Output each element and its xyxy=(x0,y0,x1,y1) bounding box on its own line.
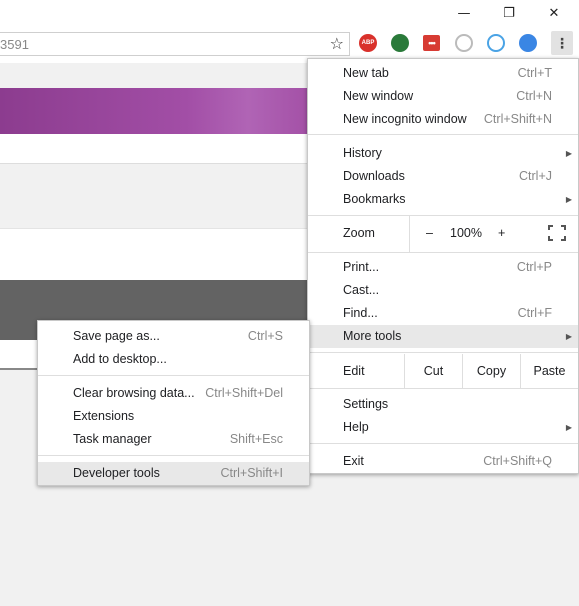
submenu-item-add-desktop[interactable]: Add to desktop... xyxy=(38,348,309,371)
sync-extension-icon[interactable] xyxy=(487,34,505,52)
menu-item-new-incognito[interactable]: New incognito window Ctrl+Shift+N xyxy=(308,108,578,131)
copy-button[interactable]: Copy xyxy=(462,354,520,388)
menu-item-history[interactable]: History ▶ xyxy=(308,142,578,165)
menu-item-new-window[interactable]: New window Ctrl+N xyxy=(308,85,578,108)
address-bar[interactable]: 3591 ☆ xyxy=(0,32,350,56)
submenu-arrow-icon: ▶ xyxy=(565,149,572,158)
content-bottom-strip xyxy=(0,340,40,370)
fullscreen-icon[interactable] xyxy=(548,225,566,241)
maximize-button[interactable]: ❐ xyxy=(486,0,532,27)
menu-item-new-tab[interactable]: New tab Ctrl+T xyxy=(308,62,578,85)
menu-item-find[interactable]: Find... Ctrl+F xyxy=(308,302,578,325)
menu-separator xyxy=(38,375,309,376)
menu-item-help[interactable]: Help ▶ xyxy=(308,416,578,439)
menu-separator xyxy=(308,134,578,135)
submenu-arrow-icon: ▶ xyxy=(565,332,572,341)
submenu-item-task-manager[interactable]: Task manager Shift+Esc xyxy=(38,428,309,451)
cut-button[interactable]: Cut xyxy=(404,354,462,388)
adblock-plus-icon[interactable]: ABP xyxy=(359,34,377,52)
submenu-item-clear-data[interactable]: Clear browsing data... Ctrl+Shift+Del xyxy=(38,382,309,405)
menu-item-cast[interactable]: Cast... xyxy=(308,279,578,302)
zoom-level: 100% xyxy=(450,226,482,240)
globe-extension-icon[interactable] xyxy=(391,34,409,52)
bookmark-star-icon[interactable]: ☆ xyxy=(330,34,344,53)
edit-row: Edit Cut Copy Paste xyxy=(308,354,578,388)
menu-item-settings[interactable]: Settings xyxy=(308,393,578,416)
zoom-in-button[interactable]: + xyxy=(498,226,505,240)
menu-item-bookmarks[interactable]: Bookmarks ▶ xyxy=(308,188,578,211)
menu-separator xyxy=(308,252,578,253)
zoom-row: Zoom – 100% + xyxy=(308,216,578,252)
red-extension-icon[interactable]: ••• xyxy=(423,35,440,51)
menu-separator xyxy=(308,388,578,389)
submenu-arrow-icon: ▶ xyxy=(565,423,572,432)
chrome-menu-button[interactable]: ⋮ xyxy=(551,31,573,55)
submenu-item-save-page[interactable]: Save page as... Ctrl+S xyxy=(38,325,309,348)
more-tools-submenu: Save page as... Ctrl+S Add to desktop...… xyxy=(37,320,310,486)
menu-item-print[interactable]: Print... Ctrl+P xyxy=(308,256,578,279)
chrome-main-menu: New tab Ctrl+T New window Ctrl+N New inc… xyxy=(307,58,579,474)
close-button[interactable]: ✕ xyxy=(531,0,577,27)
purple-banner xyxy=(0,88,310,134)
menu-separator xyxy=(308,443,578,444)
circle-extension-icon[interactable] xyxy=(455,34,473,52)
submenu-item-extensions[interactable]: Extensions xyxy=(38,405,309,428)
menu-item-more-tools[interactable]: More tools ▶ xyxy=(308,325,578,348)
menu-item-downloads[interactable]: Downloads Ctrl+J xyxy=(308,165,578,188)
content-strip xyxy=(0,134,310,164)
submenu-arrow-icon: ▶ xyxy=(565,195,572,204)
submenu-item-developer-tools[interactable]: Developer tools Ctrl+Shift+I xyxy=(38,462,309,485)
menu-item-exit[interactable]: Exit Ctrl+Shift+Q xyxy=(308,450,578,473)
minimize-button[interactable]: — xyxy=(441,0,487,27)
menu-separator xyxy=(38,455,309,456)
menu-separator xyxy=(308,352,578,353)
address-text: 3591 xyxy=(0,37,29,52)
paste-button[interactable]: Paste xyxy=(520,354,578,388)
content-block xyxy=(0,228,310,280)
zoom-out-button[interactable]: – xyxy=(426,226,433,240)
title-bar: — ❐ ✕ xyxy=(0,0,579,27)
blue-extension-icon[interactable] xyxy=(519,34,537,52)
